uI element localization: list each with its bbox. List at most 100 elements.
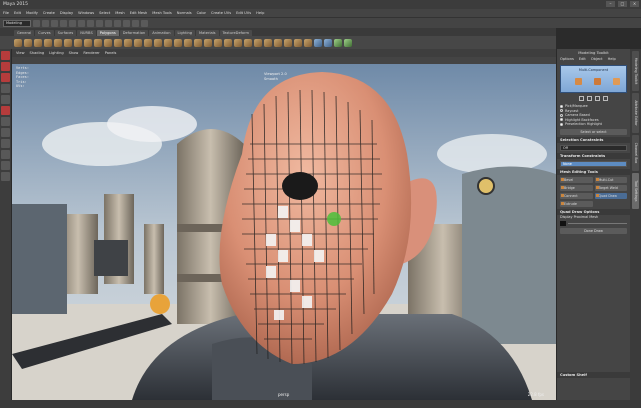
panel-menu-panels[interactable]: Panels <box>105 51 117 55</box>
custom-shelf-header[interactable]: Custom Shelf <box>557 372 630 378</box>
booleans-icon[interactable] <box>124 38 132 47</box>
tab-attribute-editor[interactable]: Attribute Editor <box>632 93 639 133</box>
select-object-icon[interactable] <box>87 19 94 27</box>
edge-mode-icon[interactable] <box>594 78 601 85</box>
layout-persp-graph-icon[interactable] <box>1 150 10 159</box>
panel-menu-show[interactable]: Show <box>69 51 79 55</box>
move-tool-icon[interactable] <box>1 84 10 93</box>
transform-constraint-field[interactable]: None <box>560 160 627 167</box>
mesh-color-swatch[interactable] <box>560 220 627 226</box>
menu-create-uvs[interactable]: Create UVs <box>211 11 231 15</box>
separate-icon[interactable] <box>104 38 112 47</box>
multi-component-selector[interactable]: Multi-Component <box>560 65 627 93</box>
close-button[interactable]: × <box>630 1 639 7</box>
snap-point-icon[interactable] <box>123 19 130 27</box>
panel-menu-shading[interactable]: Shading <box>30 51 45 55</box>
menu-mesh-tools[interactable]: Mesh Tools <box>152 11 171 15</box>
merge-icon[interactable] <box>214 38 222 47</box>
maximize-button[interactable]: □ <box>618 1 627 7</box>
scale-tool-icon[interactable] <box>1 106 10 115</box>
transform-constraints-header[interactable]: Transform Constraints <box>557 152 630 159</box>
mtk-menu-edit[interactable]: Edit <box>579 57 586 61</box>
menu-display[interactable]: Display <box>60 11 73 15</box>
layout-single-icon[interactable] <box>1 128 10 137</box>
planar-map-icon[interactable] <box>324 38 332 47</box>
tab-channel-box[interactable]: Channel Box <box>632 135 639 171</box>
extract-icon[interactable] <box>114 38 122 47</box>
mesh-editing-header[interactable]: Mesh Editing Tools <box>557 168 630 175</box>
snap-curve-icon[interactable] <box>114 19 121 27</box>
mtk-menu-options[interactable]: Options <box>560 57 574 61</box>
rotate-tool-icon[interactable] <box>1 95 10 104</box>
select-button[interactable]: Select or select <box>560 128 627 135</box>
menu-modify[interactable]: Modify <box>26 11 38 15</box>
mtk-menu-object[interactable]: Object <box>591 57 603 61</box>
select-tool-icon[interactable] <box>1 51 10 60</box>
fill-hole-icon[interactable] <box>194 38 202 47</box>
render-icon[interactable] <box>132 19 139 27</box>
paint-select-icon[interactable] <box>1 73 10 82</box>
minimize-button[interactable]: – <box>606 1 615 7</box>
menu-select[interactable]: Select <box>99 11 110 15</box>
panel-menu-view[interactable]: View <box>16 51 25 55</box>
multi-cut-tool-button[interactable]: Multi-Cut <box>594 176 627 183</box>
poly-plane-icon[interactable] <box>54 38 62 47</box>
reduce-icon[interactable] <box>144 38 152 47</box>
menu-edit-uvs[interactable]: Edit UVs <box>236 11 251 15</box>
new-scene-icon[interactable] <box>33 19 40 27</box>
done-draw-button[interactable]: Done Draw <box>560 227 627 234</box>
menu-create[interactable]: Create <box>43 11 55 15</box>
poly-sphere-icon[interactable] <box>14 38 22 47</box>
color-swatch[interactable] <box>560 220 566 226</box>
poly-helix-icon[interactable] <box>84 38 92 47</box>
slide-edge-icon[interactable] <box>264 38 272 47</box>
proximal-mesh-checkbox[interactable]: Display Proximal Mesh <box>557 215 630 220</box>
viewport-persp[interactable]: Verts: Edges: Faces: Tris: UVs: Viewport… <box>12 64 556 400</box>
offset-edge-loop-icon[interactable] <box>254 38 262 47</box>
selection-constraint-field[interactable]: Off <box>560 144 627 151</box>
menu-file[interactable]: File <box>3 11 9 15</box>
menu-color[interactable]: Color <box>197 11 206 15</box>
harden-edge-icon[interactable] <box>344 38 352 47</box>
tab-modeling-toolkit[interactable]: Modeling Toolkit <box>632 51 639 91</box>
selection-constraints-header[interactable]: Selection Constraints <box>557 136 630 143</box>
mtk-menu-help[interactable]: Help <box>608 57 616 61</box>
extrude-tool-button[interactable]: Extrude <box>560 200 593 207</box>
poke-icon[interactable] <box>274 38 282 47</box>
ipr-render-icon[interactable] <box>141 19 148 27</box>
vertex-mode-icon[interactable] <box>575 78 582 85</box>
select-component-icon[interactable] <box>96 19 103 27</box>
quad-draw-tool-button[interactable]: Quad Draw <box>594 192 627 199</box>
connect-tool-button[interactable]: Connect <box>560 192 593 199</box>
poly-cone-icon[interactable] <box>44 38 52 47</box>
bridge-tool-button[interactable]: Bridge <box>560 184 593 191</box>
lasso-tool-icon[interactable] <box>1 62 10 71</box>
poly-pipe-icon[interactable] <box>74 38 82 47</box>
undo-icon[interactable] <box>60 19 67 27</box>
panel-menu-renderer[interactable]: Renderer <box>83 51 99 55</box>
preselection-option[interactable]: Preselection Highlight <box>560 122 630 127</box>
redo-icon[interactable] <box>69 19 76 27</box>
poly-torus-icon[interactable] <box>64 38 72 47</box>
append-poly-icon[interactable] <box>204 38 212 47</box>
wedge-icon[interactable] <box>284 38 292 47</box>
insert-edge-loop-icon[interactable] <box>244 38 252 47</box>
layout-outliner-icon[interactable] <box>1 161 10 170</box>
select-hierarchy-icon[interactable] <box>78 19 85 27</box>
save-scene-icon[interactable] <box>51 19 58 27</box>
object-mode-icon[interactable] <box>579 96 584 101</box>
smooth-icon[interactable] <box>134 38 142 47</box>
panel-menu-lighting[interactable]: Lighting <box>49 51 64 55</box>
last-tool-icon[interactable] <box>1 117 10 126</box>
face-mode-icon[interactable] <box>613 78 620 85</box>
menu-set-dropdown[interactable]: Modeling <box>3 19 31 27</box>
snap-grid-icon[interactable] <box>105 19 112 27</box>
symmetry-icon[interactable] <box>587 96 592 101</box>
soft-select-icon[interactable] <box>595 96 600 101</box>
target-weld-tool-button[interactable]: Target Weld <box>594 184 627 191</box>
bridge-icon[interactable] <box>174 38 182 47</box>
menu-normals[interactable]: Normals <box>177 11 192 15</box>
tab-tool-settings[interactable]: Tool Settings <box>632 173 639 209</box>
open-scene-icon[interactable] <box>42 19 49 27</box>
menu-windows[interactable]: Windows <box>78 11 94 15</box>
